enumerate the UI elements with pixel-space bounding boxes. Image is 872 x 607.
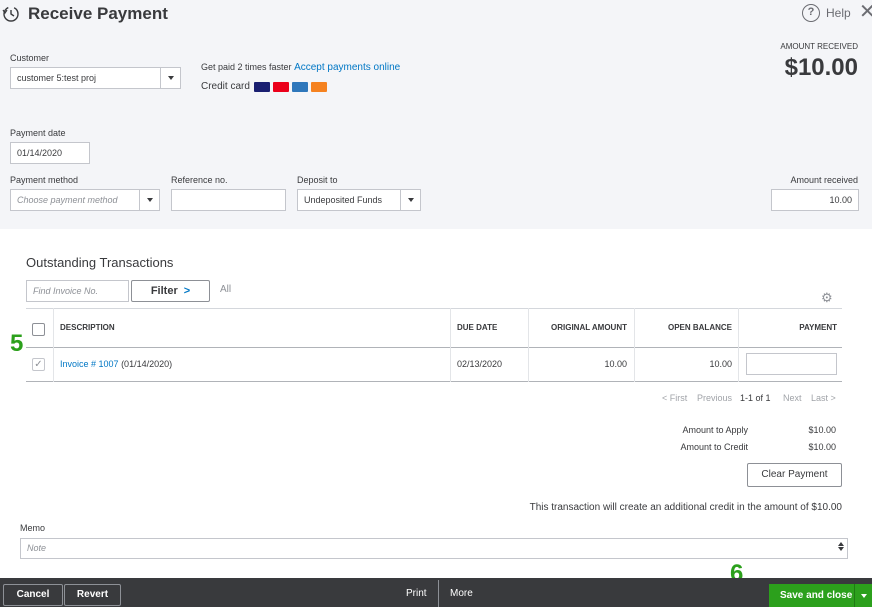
mastercard-icon [272, 81, 289, 92]
table-header-rule [26, 347, 842, 348]
more-button[interactable]: More [450, 588, 473, 599]
deposit-to-select[interactable]: Undeposited Funds [297, 189, 421, 211]
table-row-description: Invoice # 1007 (01/14/2020) [60, 359, 172, 369]
table-bottom-rule [26, 381, 842, 382]
column-header-open-balance[interactable]: OPEN BALANCE [668, 323, 732, 332]
amount-received-input[interactable]: 10.00 [771, 189, 859, 211]
payment-method-label: Payment method [10, 175, 79, 185]
deposit-to-label: Deposit to [297, 175, 338, 185]
close-icon[interactable]: ✕ [859, 2, 872, 22]
column-divider [634, 308, 635, 382]
column-divider [450, 308, 451, 382]
step-marker-5: 5 [10, 330, 24, 357]
column-divider [528, 308, 529, 382]
find-invoice-input[interactable]: Find Invoice No. [26, 280, 129, 302]
column-divider [738, 308, 739, 382]
amount-received-caption: AMOUNT RECEIVED [780, 42, 858, 51]
amount-to-apply-value: $10.00 [808, 425, 836, 435]
outstanding-title: Outstanding Transactions [26, 255, 174, 270]
column-header-due-date[interactable]: DUE DATE [457, 323, 497, 332]
footer-divider [438, 580, 439, 607]
memo-placeholder: Note [27, 543, 47, 553]
amount-to-credit-value: $10.00 [808, 442, 836, 452]
chevron-down-icon[interactable] [139, 190, 159, 210]
discover-icon [310, 81, 327, 92]
memo-label: Memo [20, 523, 46, 533]
column-divider [53, 308, 54, 382]
cancel-button[interactable]: Cancel [3, 584, 63, 606]
clear-payment-button[interactable]: Clear Payment [747, 463, 842, 487]
filter-label: Filter [150, 285, 178, 297]
payment-method-placeholder: Choose payment method [17, 195, 118, 205]
payment-method-select[interactable]: Choose payment method [10, 189, 160, 211]
column-header-payment[interactable]: PAYMENT [799, 323, 837, 332]
page-title: Receive Payment [28, 4, 168, 23]
amount-to-apply-label: Amount to Apply [682, 425, 748, 435]
payment-input[interactable] [746, 353, 837, 375]
select-all-checkbox[interactable] [32, 323, 45, 336]
column-header-description[interactable]: DESCRIPTION [60, 323, 115, 332]
print-button[interactable]: Print [406, 588, 427, 599]
card-logos [253, 81, 327, 92]
table-row-original-amount: 10.00 [604, 359, 627, 369]
filter-all-label: All [220, 284, 232, 295]
column-header-original-amount[interactable]: ORIGINAL AMOUNT [551, 323, 627, 332]
credit-card-row: Credit card [201, 81, 327, 92]
memo-input[interactable]: Note [20, 538, 848, 559]
row-checkbox[interactable]: ✓ [32, 358, 45, 371]
save-and-close-label: Save and close [780, 590, 853, 601]
amount-received-total: $10.00 [784, 54, 858, 81]
invoice-date: (01/14/2020) [121, 359, 173, 369]
visa-icon [253, 81, 270, 92]
accept-payments-link[interactable]: Accept payments online [294, 62, 400, 73]
customer-label: Customer [10, 53, 50, 63]
chevron-down-icon[interactable] [160, 68, 180, 88]
table-top-rule [26, 308, 842, 309]
customer-select[interactable]: customer 5:test proj [10, 67, 181, 89]
payment-date-input[interactable]: 01/14/2020 [10, 142, 90, 164]
footer-bar [0, 578, 872, 607]
save-and-close-button[interactable]: Save and close [769, 584, 872, 607]
filter-button[interactable]: Filter > [131, 280, 210, 302]
customer-value: customer 5:test proj [17, 73, 97, 83]
pager-range: 1-1 of 1 [740, 393, 771, 403]
pager-previous[interactable]: Previous [697, 393, 732, 403]
reference-input[interactable] [171, 189, 286, 211]
table-row-due-date: 02/13/2020 [457, 359, 503, 369]
chevron-down-icon[interactable] [854, 584, 872, 607]
reference-label: Reference no. [171, 175, 228, 185]
promo-text: Get paid 2 times faster Accept payments … [201, 62, 400, 73]
payment-date-label: Payment date [10, 128, 66, 138]
credit-card-label: Credit card [201, 81, 250, 92]
history-icon[interactable] [2, 5, 20, 23]
help-icon[interactable]: ? [802, 4, 820, 22]
pager-first[interactable]: < First [662, 393, 687, 403]
deposit-to-value: Undeposited Funds [304, 195, 383, 205]
promo-label: Get paid 2 times faster [201, 62, 292, 72]
chevron-right-icon: > [183, 285, 191, 297]
table-row-open-balance: 10.00 [709, 359, 732, 369]
pager-last[interactable]: Last > [811, 393, 836, 403]
credit-note: This transaction will create an addition… [529, 502, 842, 513]
revert-button[interactable]: Revert [64, 584, 121, 606]
chevron-down-icon[interactable] [400, 190, 420, 210]
help-link[interactable]: Help [826, 6, 851, 20]
gear-icon[interactable]: ⚙ [821, 291, 835, 305]
memo-resize-control[interactable] [836, 541, 845, 556]
amex-icon [291, 81, 308, 92]
amount-received-label: Amount received [790, 175, 858, 185]
invoice-link[interactable]: Invoice # 1007 [60, 359, 119, 369]
pager-next[interactable]: Next [783, 393, 802, 403]
amount-to-credit-label: Amount to Credit [680, 442, 748, 452]
